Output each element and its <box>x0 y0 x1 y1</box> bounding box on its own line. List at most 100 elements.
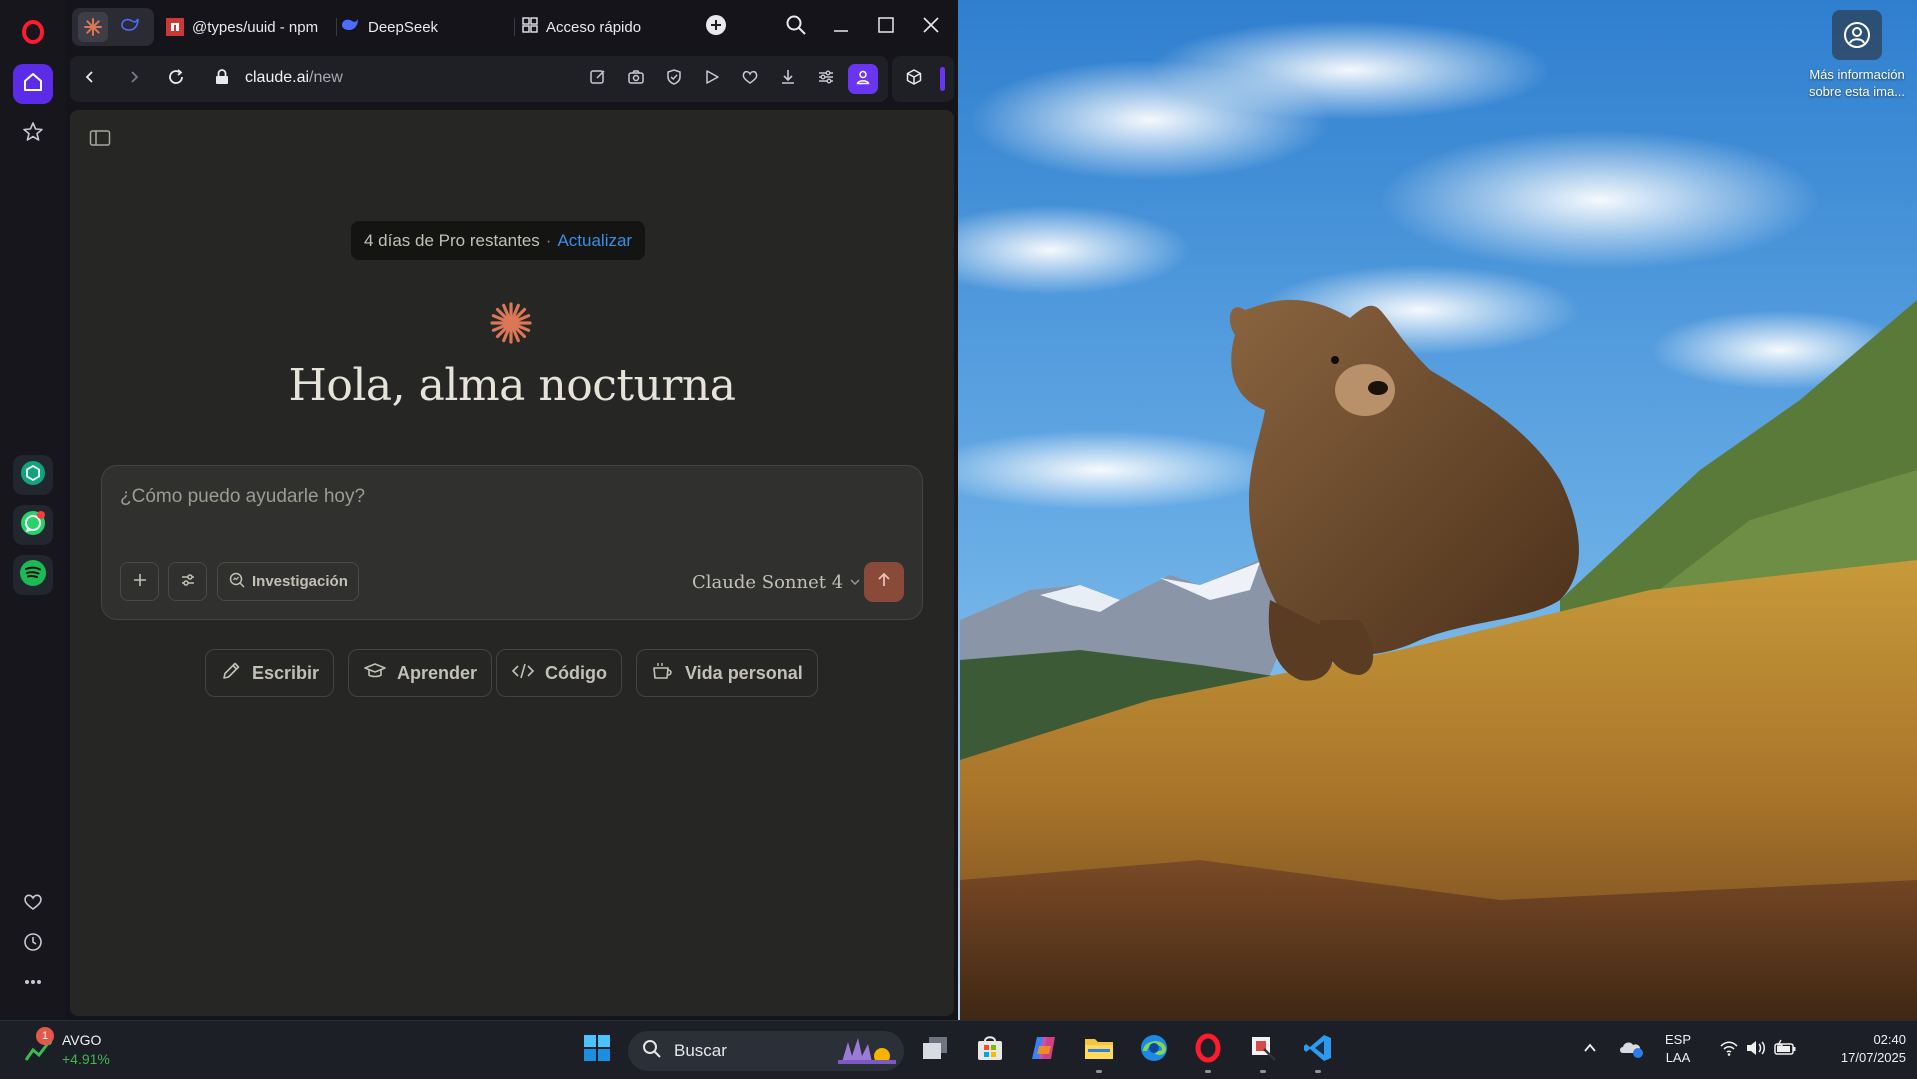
extensions-area <box>892 56 954 102</box>
model-name: Claude Sonnet 4 <box>692 572 844 593</box>
research-button[interactable]: Investigación <box>217 562 359 601</box>
adblock-button[interactable] <box>662 67 686 91</box>
copilot-button[interactable] <box>1025 1031 1063 1069</box>
play-icon <box>703 68 721 91</box>
npm-icon <box>166 18 184 36</box>
pinboards-button[interactable] <box>13 114 53 154</box>
profile-button[interactable] <box>848 64 878 94</box>
spotify-sidebar-button[interactable] <box>13 555 53 595</box>
player-button[interactable] <box>700 67 724 91</box>
quick-settings-button[interactable] <box>1708 1031 1808 1069</box>
spotlight-info[interactable]: Más información sobre esta ima... <box>1797 10 1917 100</box>
back-button[interactable] <box>78 67 102 91</box>
cloud-icon <box>1618 1037 1644 1064</box>
prompt-input[interactable] <box>120 486 720 508</box>
tab-label: DeepSeek <box>368 18 439 36</box>
site-info-button[interactable] <box>210 67 234 91</box>
close-icon <box>922 16 940 39</box>
start-button[interactable] <box>578 1031 616 1069</box>
edge-icon <box>1139 1033 1169 1068</box>
chevron-up-icon <box>1582 1040 1598 1061</box>
cube-icon <box>905 68 923 91</box>
clock-icon <box>22 931 44 958</box>
taskbar-search[interactable]: Buscar <box>628 1031 904 1071</box>
opera-taskbar-button[interactable] <box>1189 1031 1227 1073</box>
camera-icon[interactable] <box>1832 10 1882 60</box>
snapshot-button[interactable] <box>624 67 648 91</box>
microsoft-store-button[interactable] <box>971 1031 1009 1069</box>
vscode-button[interactable] <box>1299 1031 1337 1073</box>
whatsapp-sidebar-button[interactable] <box>13 505 53 545</box>
new-tab-button[interactable] <box>696 8 736 46</box>
sidebar-handle[interactable] <box>940 67 945 91</box>
chevron-left-icon <box>82 69 98 90</box>
user-icon <box>855 69 871 90</box>
model-selector[interactable]: Claude Sonnet 4 <box>692 572 861 593</box>
spotlight-line-1: Más información <box>1809 67 1905 82</box>
bookmark-button[interactable] <box>738 67 762 91</box>
quick-action-write[interactable]: Escribir <box>205 649 335 697</box>
claude-new-chat-page: 4 días de Pro restantes · Actualizar Hol… <box>70 110 954 1016</box>
tab-label: Acceso rápido <box>546 18 642 36</box>
reload-button[interactable] <box>164 67 188 91</box>
send-button[interactable] <box>864 562 904 602</box>
tools-button[interactable] <box>168 562 207 601</box>
edit-icon <box>589 68 607 91</box>
stock-widget-icon[interactable]: 1 <box>20 1027 58 1069</box>
chatgpt-sidebar-button[interactable] <box>13 455 53 495</box>
stock-symbol[interactable]: AVGO <box>62 1031 101 1049</box>
minimize-button[interactable] <box>821 8 861 46</box>
downloads-button[interactable] <box>776 67 800 91</box>
show-hidden-icons-button[interactable] <box>1571 1031 1609 1069</box>
spotify-icon <box>19 559 47 592</box>
graduation-cap-icon <box>363 660 387 687</box>
sidebar-toggle-button[interactable] <box>86 128 114 152</box>
quick-action-personal-life[interactable]: Vida personal <box>636 649 818 697</box>
deepseek-tab-icon[interactable] <box>120 16 140 38</box>
clock[interactable]: 02:40 17/07/2025 <box>1808 1031 1906 1067</box>
input-language-indicator[interactable]: ESP LAA <box>1656 1031 1700 1067</box>
pro-trial-text: 4 días de Pro restantes <box>364 230 540 250</box>
attach-button[interactable] <box>120 562 159 601</box>
task-view-icon <box>921 1035 949 1066</box>
vscode-icon <box>1303 1033 1333 1068</box>
language-code: ESP <box>1664 1032 1691 1047</box>
close-window-button[interactable] <box>911 8 951 46</box>
sliders-icon <box>179 571 197 593</box>
favorites-button[interactable] <box>13 884 53 924</box>
tab-group-active[interactable] <box>72 8 154 46</box>
opera-menu-button[interactable] <box>13 14 53 54</box>
maximize-button[interactable] <box>866 8 906 46</box>
grid-icon <box>522 17 538 37</box>
file-explorer-button[interactable] <box>1080 1031 1118 1073</box>
more-sidebar-button[interactable] <box>13 964 53 1004</box>
keyboard-layout: LAA <box>1665 1050 1691 1065</box>
plus-icon <box>705 14 727 41</box>
tab-deepseek[interactable]: DeepSeek <box>340 8 510 46</box>
onedrive-button[interactable] <box>1612 1031 1650 1069</box>
camera-icon <box>627 68 645 91</box>
folder-icon <box>1084 1035 1114 1066</box>
quick-action-code[interactable]: Código <box>496 649 622 697</box>
tab-search-button[interactable] <box>776 8 816 46</box>
sliders-icon <box>817 68 835 91</box>
snipping-tool-button[interactable] <box>1244 1031 1282 1073</box>
history-button[interactable] <box>13 924 53 964</box>
claude-tab-icon[interactable] <box>78 12 108 42</box>
home-button[interactable] <box>13 64 53 104</box>
chatgpt-icon <box>20 460 46 491</box>
url-field[interactable]: claude.ai/new <box>245 69 343 87</box>
edge-button[interactable] <box>1135 1031 1173 1069</box>
search-icon <box>785 14 807 41</box>
upgrade-link[interactable]: Actualizar <box>557 231 632 251</box>
copilot-icon <box>1029 1034 1059 1067</box>
quick-action-learn[interactable]: Aprender <box>348 649 493 697</box>
easy-setup-button[interactable] <box>814 67 838 91</box>
edit-button[interactable] <box>586 67 610 91</box>
forward-button[interactable] <box>122 67 146 91</box>
lock-icon <box>215 68 229 90</box>
task-view-button[interactable] <box>916 1031 954 1069</box>
extensions-button[interactable] <box>902 67 926 91</box>
tab-speed-dial[interactable]: Acceso rápido <box>522 8 702 46</box>
tab-bar: @types/uuid - npm DeepSeek Acceso rápido <box>66 0 958 54</box>
